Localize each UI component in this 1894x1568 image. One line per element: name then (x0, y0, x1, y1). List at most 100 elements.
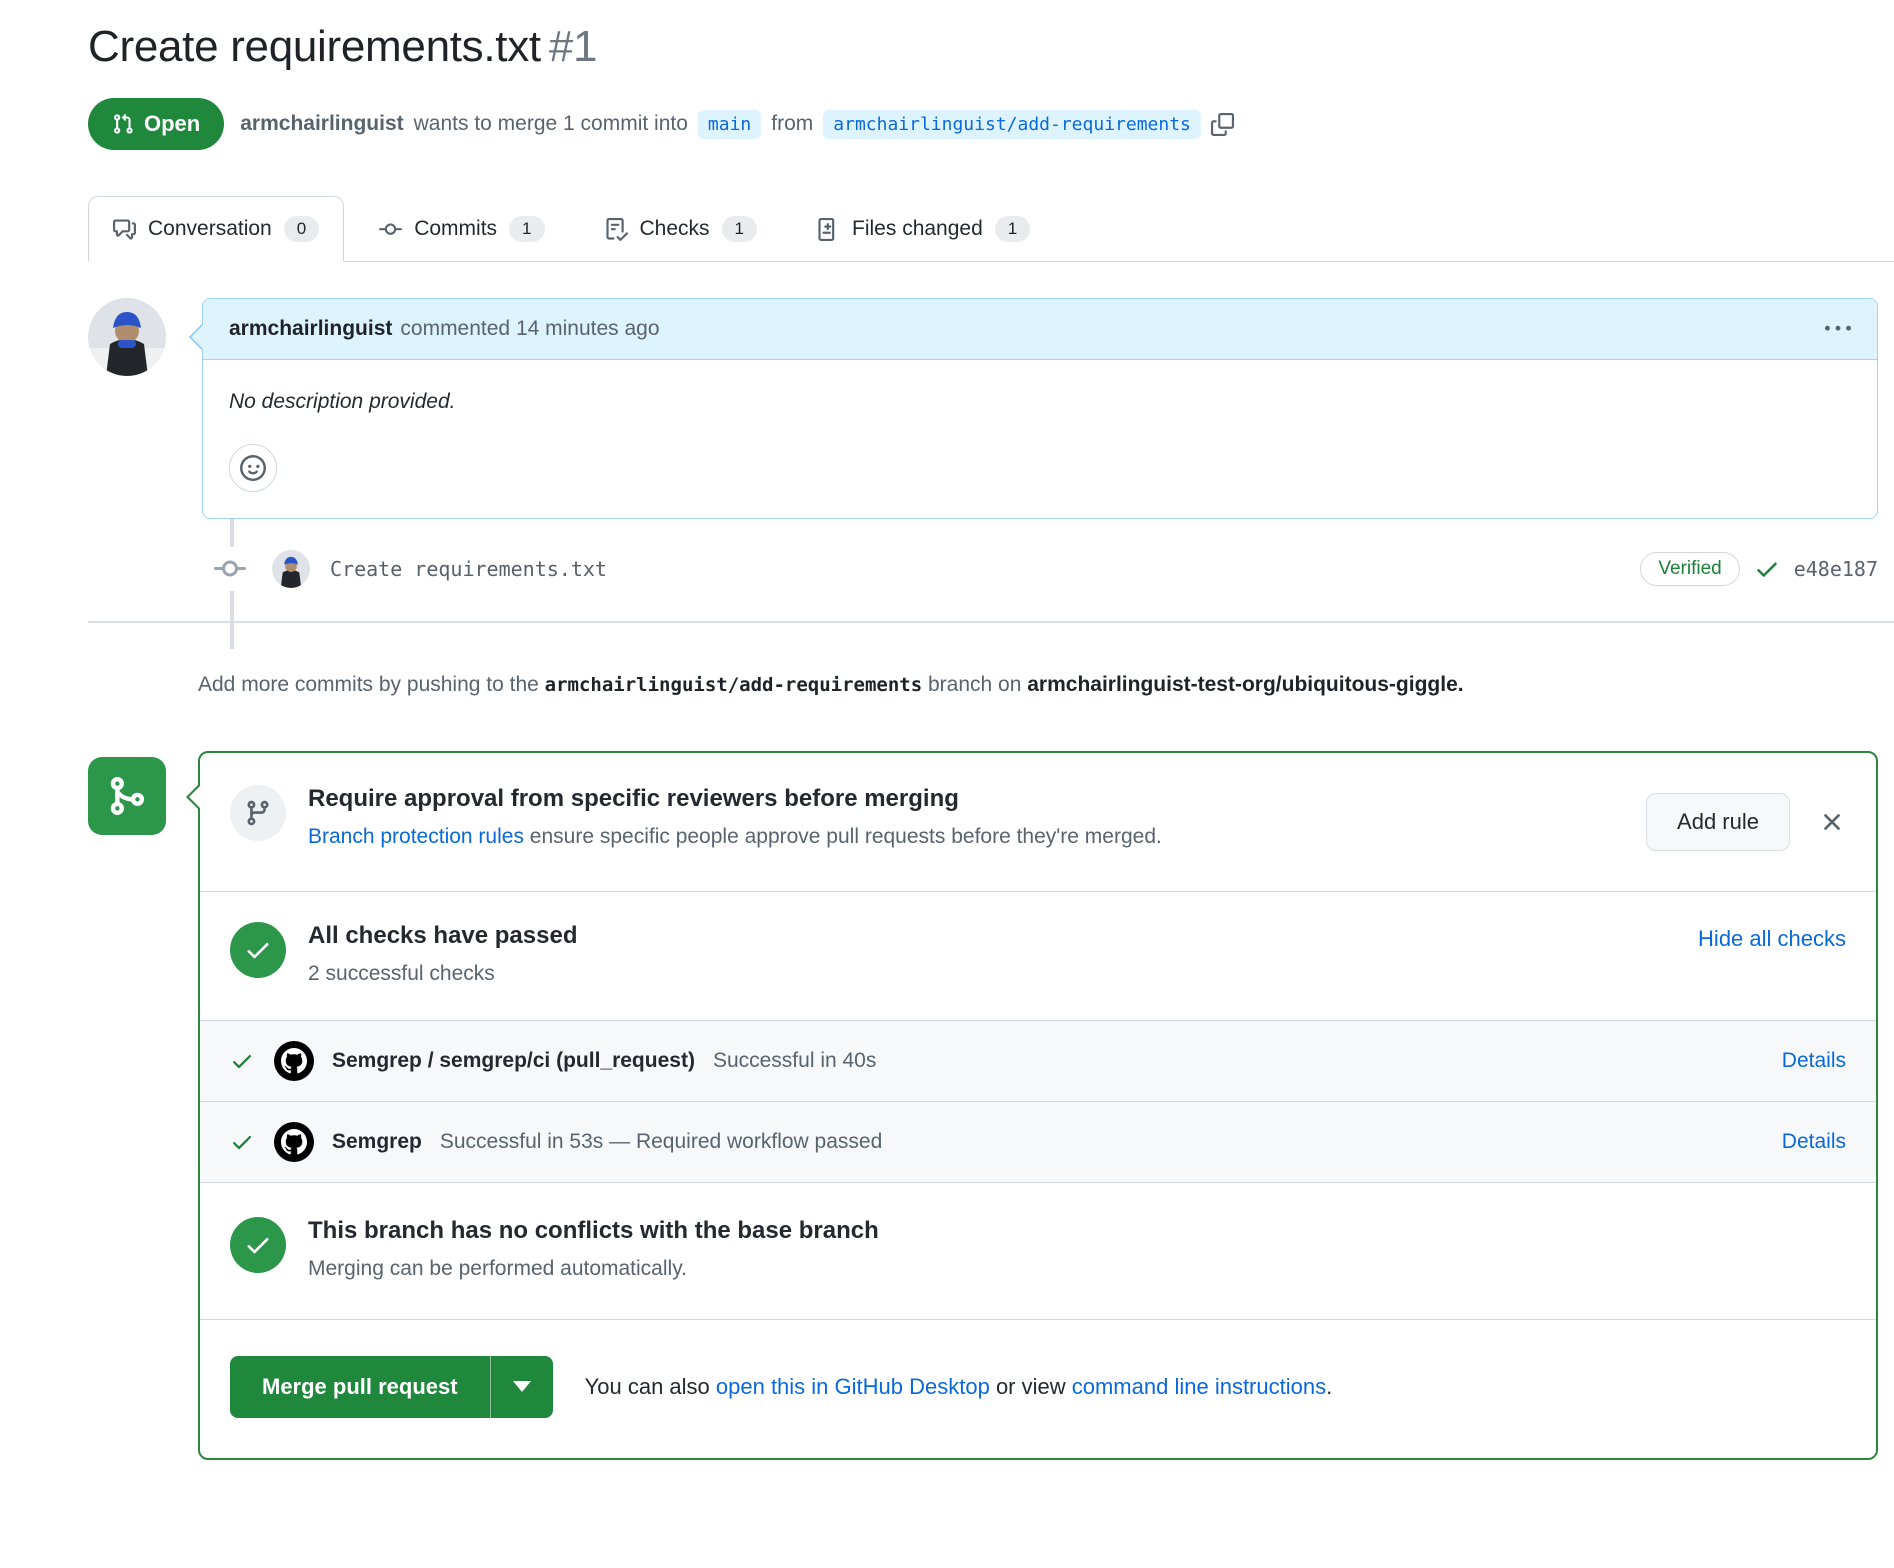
branch-icon-circle (230, 785, 286, 841)
commit-status: Verified e48e187 (1640, 552, 1878, 586)
from-word: from (771, 112, 813, 136)
checklist-icon (605, 218, 628, 241)
verified-badge[interactable]: Verified (1640, 552, 1739, 586)
merge-action-text: wants to merge 1 commit into (414, 112, 688, 136)
add-rule-button[interactable]: Add rule (1646, 793, 1790, 851)
push-note-prefix: Add more commits by pushing to the (198, 673, 545, 696)
tab-checks[interactable]: Checks 1 (580, 196, 783, 262)
details-link[interactable]: Details (1782, 1130, 1846, 1154)
push-note: Add more commits by pushing to the armch… (198, 667, 1854, 703)
github-actions-avatar (274, 1122, 314, 1162)
smiley-icon (240, 455, 266, 481)
copy-branch-button[interactable] (1211, 113, 1234, 136)
no-conflicts-icon (230, 1217, 286, 1273)
mergeability-section: This branch has no conflicts with the ba… (200, 1182, 1876, 1319)
git-branch-icon (244, 799, 272, 827)
commit-row: Create requirements.txt Verified e48e187 (88, 547, 1878, 591)
checks-summary-title: All checks have passed (308, 922, 577, 950)
also-prefix: You can also (585, 1374, 716, 1399)
command-line-instructions-link[interactable]: command line instructions (1072, 1374, 1326, 1399)
merge-status-icon-box (88, 757, 166, 835)
branch-protection-text: Require approval from specific reviewers… (308, 785, 1162, 849)
pr-number: #1 (549, 22, 597, 71)
chevron-down-icon (513, 1381, 531, 1392)
merge-pull-request-button[interactable]: Merge pull request (230, 1356, 490, 1418)
check-icon (244, 1231, 272, 1259)
dismiss-rule-button[interactable] (1818, 808, 1846, 836)
push-note-middle: branch on (922, 673, 1027, 696)
github-mark-icon (281, 1048, 307, 1074)
kebab-horizontal-icon (1825, 316, 1851, 342)
copy-icon (1211, 113, 1234, 136)
branch-protection-actions: Add rule (1646, 785, 1846, 851)
merge-box: Require approval from specific reviewers… (198, 751, 1878, 1460)
check-success-icon (230, 1049, 274, 1073)
git-branch-icon (105, 774, 149, 818)
check-icon (1754, 556, 1780, 582)
status-badge: Open (88, 98, 224, 150)
tab-count: 1 (722, 216, 757, 242)
branch-protection-description: ensure specific people approve pull requ… (524, 825, 1162, 848)
commit-avatar-image (272, 550, 310, 588)
commit-author-avatar[interactable] (272, 550, 310, 588)
pr-title-text: Create requirements.txt (88, 22, 541, 71)
checks-summary-subtitle: 2 successful checks (308, 962, 577, 986)
push-note-suffix: . (1458, 673, 1464, 696)
checks-summary-text: All checks have passed 2 successful chec… (308, 922, 577, 986)
commit-message[interactable]: Create requirements.txt (330, 557, 607, 581)
mergeability-title: This branch has no conflicts with the ba… (308, 1217, 879, 1245)
pr-tab-bar: Conversation 0 Commits 1 Checks 1 Files … (88, 196, 1894, 262)
commit-sha[interactable]: e48e187 (1794, 557, 1878, 581)
tab-label: Checks (640, 217, 710, 241)
details-link[interactable]: Details (1782, 1049, 1846, 1073)
base-branch-label[interactable]: main (698, 110, 761, 139)
close-icon (1818, 808, 1846, 836)
timeline: armchairlinguist commented 14 minutes ag… (88, 298, 1878, 519)
comment-body: No description provided. (203, 360, 1877, 518)
github-actions-avatar (274, 1041, 314, 1081)
tab-conversation[interactable]: Conversation 0 (88, 196, 344, 262)
comment-meta: commented 14 minutes ago (400, 317, 659, 341)
merge-box-section: Require approval from specific reviewers… (88, 751, 1878, 1460)
tab-label: Files changed (852, 217, 983, 241)
git-pull-request-icon (112, 113, 134, 135)
comment-author[interactable]: armchairlinguist (229, 317, 392, 341)
checks-passed-icon (230, 922, 286, 978)
merge-alternatives-text: You can also open this in GitHub Desktop… (585, 1374, 1333, 1400)
add-reaction-button[interactable] (229, 444, 277, 492)
merge-options-dropdown[interactable] (490, 1356, 553, 1418)
period: . (1326, 1374, 1332, 1399)
avatar[interactable] (88, 298, 166, 376)
tab-commits[interactable]: Commits 1 (354, 196, 569, 262)
pr-meta-row: Open armchairlinguist wants to merge 1 c… (88, 98, 1878, 150)
tab-files-changed[interactable]: Files changed 1 (792, 196, 1055, 262)
status-label: Open (144, 111, 200, 137)
tab-label: Conversation (148, 217, 272, 241)
head-branch-label[interactable]: armchairlinguist/add-requirements (823, 110, 1201, 139)
comment: armchairlinguist commented 14 minutes ag… (202, 298, 1878, 519)
comment-options-button[interactable] (1825, 316, 1851, 342)
check-row: Semgrep / semgrep/ci (pull_request) Succ… (200, 1020, 1876, 1101)
page-title: Create requirements.txt#1 (88, 22, 1878, 72)
merge-action-row: Merge pull request You can also open thi… (200, 1319, 1876, 1458)
comment-box: armchairlinguist commented 14 minutes ag… (202, 298, 1878, 519)
user-avatar-image (88, 298, 166, 376)
comment-discussion-icon (113, 218, 136, 241)
hide-all-checks-link[interactable]: Hide all checks (1698, 922, 1846, 952)
merge-summary: armchairlinguist wants to merge 1 commit… (240, 110, 1234, 139)
check-name: Semgrep / semgrep/ci (pull_request) (332, 1049, 695, 1073)
branch-protection-title: Require approval from specific reviewers… (308, 785, 1162, 813)
check-success-icon (230, 1130, 274, 1154)
check-name: Semgrep (332, 1130, 422, 1154)
pr-author[interactable]: armchairlinguist (240, 112, 403, 136)
merge-split-button: Merge pull request (230, 1356, 553, 1418)
github-desktop-link[interactable]: open this in GitHub Desktop (716, 1374, 990, 1399)
check-icon (244, 936, 272, 964)
pull-request-page: Create requirements.txt#1 Open armchairl… (0, 0, 1894, 1460)
checks-summary-section: All checks have passed 2 successful chec… (200, 891, 1876, 1020)
branch-protection-rules-link[interactable]: Branch protection rules (308, 825, 524, 848)
check-row: Semgrep Successful in 53s — Required wor… (200, 1101, 1876, 1182)
github-mark-icon (281, 1129, 307, 1155)
tab-count: 1 (509, 216, 544, 242)
push-note-repo: armchairlinguist-test-org/ubiquitous-gig… (1027, 673, 1458, 696)
